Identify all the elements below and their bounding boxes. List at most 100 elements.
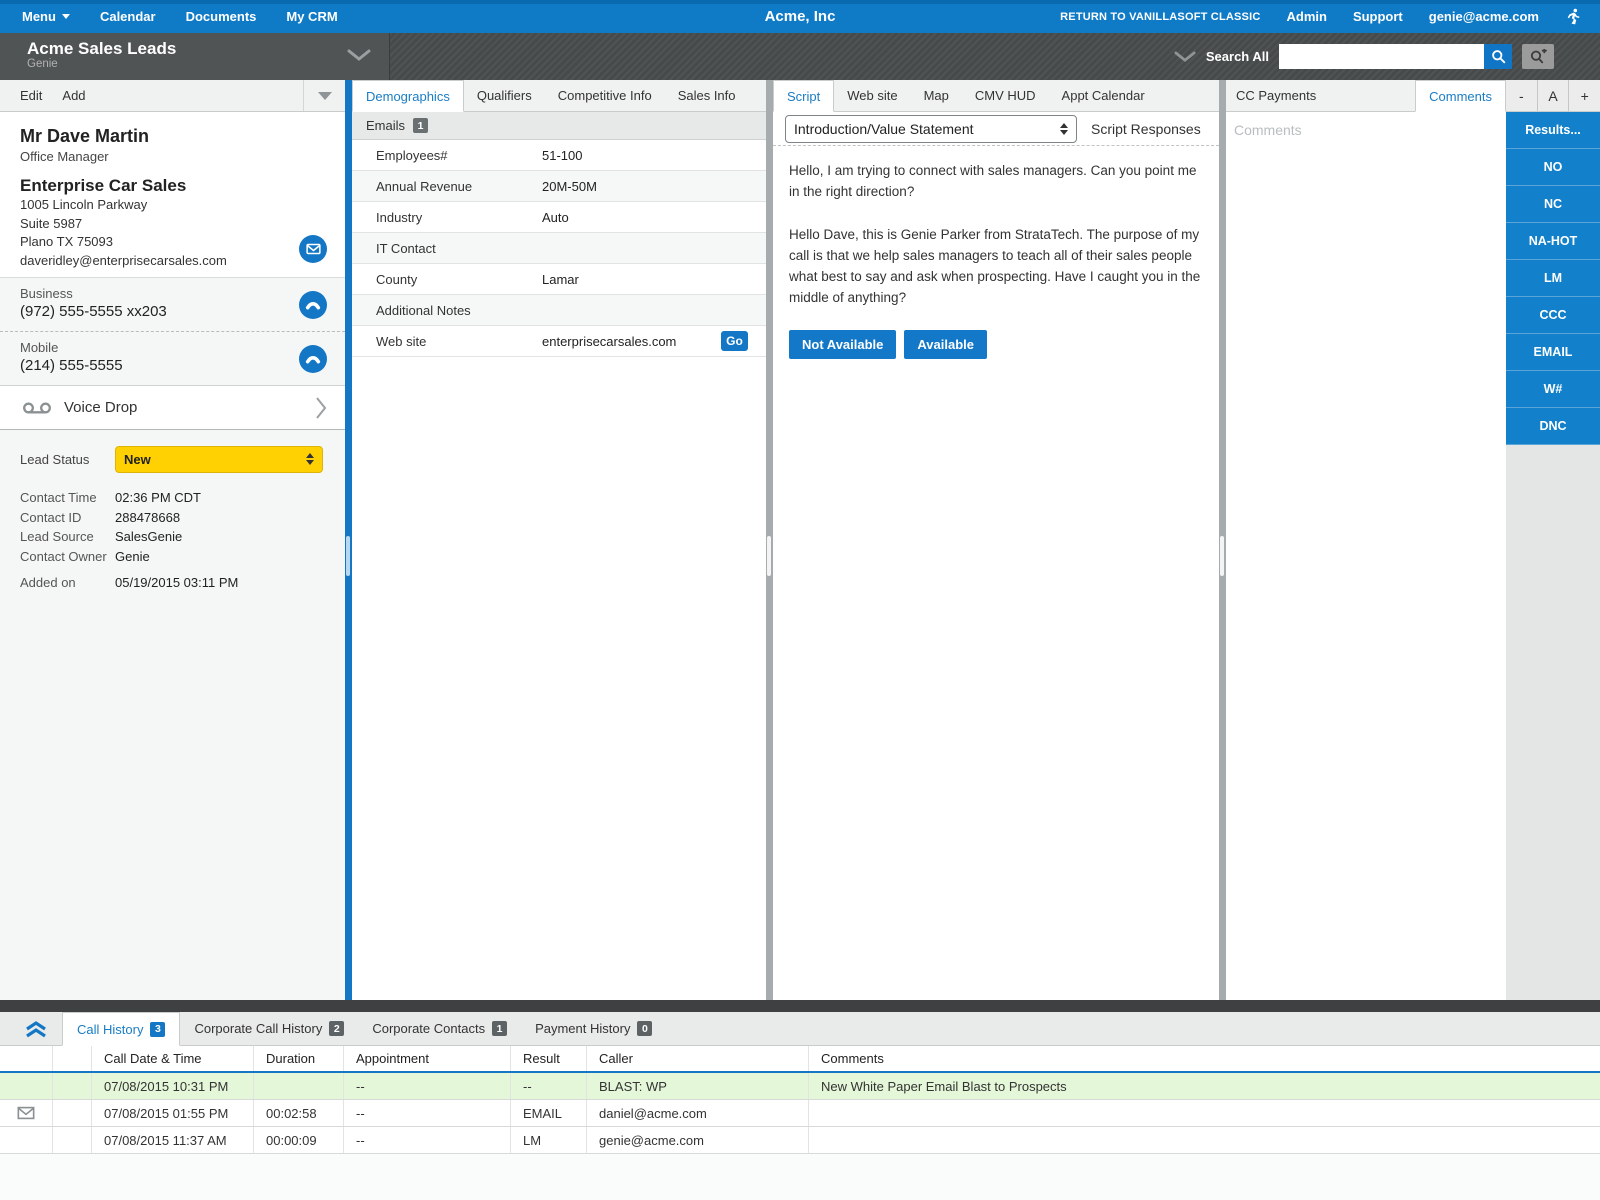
tab-label: Payment History (535, 1021, 630, 1036)
row-spacer (53, 1100, 92, 1126)
comments-panel: CC Payments Comments (1226, 80, 1506, 1000)
mobile-phone-number: (214) 555-5555 (20, 357, 123, 374)
menu-button[interactable]: Menu (22, 9, 70, 24)
phone-icon (305, 300, 321, 310)
advanced-search-button[interactable] (1522, 44, 1554, 69)
tab-cc-payments[interactable]: CC Payments (1226, 80, 1415, 111)
field-value: 288478668 (115, 508, 180, 528)
call-history-row[interactable]: 07/08/2015 10:31 PM -- -- BLAST: WP New … (0, 1073, 1600, 1100)
comments-textarea[interactable] (1226, 112, 1506, 1000)
splitter-left[interactable] (345, 80, 352, 1000)
history-tabbar: Call History 3 Corporate Call History 2 … (0, 1012, 1600, 1046)
tab-corporate-call-history[interactable]: Corporate Call History 2 (180, 1012, 358, 1045)
runner-icon[interactable] (1565, 8, 1582, 25)
search-chevron-down-icon[interactable] (1174, 51, 1196, 63)
font-size-button[interactable]: A (1538, 80, 1570, 111)
tab-comments[interactable]: Comments (1415, 80, 1506, 112)
available-button[interactable]: Available (904, 330, 987, 359)
search-input[interactable] (1279, 44, 1484, 69)
tab-label: Corporate Contacts (372, 1021, 485, 1036)
list-title: Acme Sales Leads (27, 39, 389, 58)
font-increase-button[interactable]: + (1569, 80, 1600, 111)
demo-label: Employees# (376, 148, 542, 163)
go-button[interactable]: Go (721, 331, 748, 351)
font-decrease-button[interactable]: - (1506, 80, 1538, 111)
list-selector[interactable]: Acme Sales Leads Genie (0, 33, 390, 80)
bottom-divider-strip[interactable] (0, 1000, 1600, 1012)
call-business-button[interactable] (299, 291, 327, 319)
tab-cmv-hud[interactable]: CMV HUD (962, 80, 1049, 111)
result-button-nc[interactable]: NC (1506, 186, 1600, 223)
cell-result: LM (511, 1127, 587, 1153)
splitter-grip (767, 536, 771, 576)
result-button-w[interactable]: W# (1506, 371, 1600, 408)
list-chevron-down-icon[interactable] (347, 49, 371, 67)
nav-my-crm[interactable]: My CRM (286, 9, 337, 24)
contact-address1: 1005 Lincoln Parkway (20, 196, 325, 215)
nav-admin[interactable]: Admin (1286, 9, 1326, 24)
col-result[interactable]: Result (511, 1046, 587, 1071)
not-available-button[interactable]: Not Available (789, 330, 896, 359)
col-duration[interactable]: Duration (254, 1046, 344, 1071)
col-comments[interactable]: Comments (809, 1046, 1600, 1071)
search-button[interactable] (1484, 44, 1512, 69)
result-button-results[interactable]: Results... (1506, 112, 1600, 149)
tab-qualifiers[interactable]: Qualifiers (464, 80, 545, 111)
demo-value: Lamar (542, 272, 766, 287)
voice-drop-row[interactable]: Voice Drop (0, 386, 345, 430)
col-caller[interactable]: Caller (587, 1046, 809, 1071)
contact-name: Mr Dave Martin (20, 126, 325, 147)
nav-documents[interactable]: Documents (186, 9, 257, 24)
list-subtitle: Genie (27, 58, 389, 70)
splitter-right[interactable] (1219, 80, 1226, 1000)
col-call-date-time[interactable]: Call Date & Time (92, 1046, 254, 1071)
field-label: Contact ID (20, 508, 115, 528)
tab-payment-history[interactable]: Payment History 0 (521, 1012, 666, 1045)
tab-sales-info[interactable]: Sales Info (665, 80, 749, 111)
script-section-select[interactable]: Introduction/Value Statement (785, 115, 1077, 143)
call-history-row[interactable]: 07/08/2015 11:37 AM 00:00:09 -- LM genie… (0, 1127, 1600, 1154)
result-button-na-hot[interactable]: NA-HOT (1506, 223, 1600, 260)
call-mobile-button[interactable] (299, 345, 327, 373)
result-button-no[interactable]: NO (1506, 149, 1600, 186)
lead-status-value: New (124, 452, 306, 467)
nav-calendar[interactable]: Calendar (100, 9, 156, 24)
demo-row: IndustryAuto (352, 202, 766, 233)
demo-row: Annual Revenue20M-50M (352, 171, 766, 202)
tab-count-badge: 0 (637, 1021, 652, 1036)
envelope-icon (306, 243, 321, 255)
tab-appt-calendar[interactable]: Appt Calendar (1049, 80, 1158, 111)
lead-status-select[interactable]: New (115, 446, 323, 473)
cell-date: 07/08/2015 11:37 AM (92, 1127, 254, 1153)
tab-corporate-contacts[interactable]: Corporate Contacts 1 (358, 1012, 521, 1045)
return-classic-link[interactable]: RETURN TO VANILLASOFT CLASSIC (1060, 11, 1260, 23)
cell-caller: daniel@acme.com (587, 1100, 809, 1126)
add-button[interactable]: Add (62, 88, 85, 103)
tab-demographics[interactable]: Demographics (352, 80, 464, 112)
mobile-phone-block: Mobile (214) 555-5555 (0, 332, 345, 386)
contact-address2: Suite 5987 (20, 215, 325, 234)
result-button-ccc[interactable]: CCC (1506, 297, 1600, 334)
contact-actions-dropdown[interactable] (303, 80, 345, 111)
tab-competitive-info[interactable]: Competitive Info (545, 80, 665, 111)
send-email-button[interactable] (299, 235, 327, 263)
result-button-dnc[interactable]: DNC (1506, 408, 1600, 445)
col-appointment[interactable]: Appointment (344, 1046, 511, 1071)
tab-web-site[interactable]: Web site (834, 80, 910, 111)
emails-section-header[interactable]: Emails 1 (352, 112, 766, 140)
demographics-panel: Demographics Qualifiers Competitive Info… (352, 80, 766, 1000)
script-responses-link[interactable]: Script Responses (1091, 121, 1201, 137)
splitter-middle[interactable] (766, 80, 773, 1000)
collapse-panel-button[interactable] (18, 1012, 54, 1045)
tab-map[interactable]: Map (911, 80, 962, 111)
edit-button[interactable]: Edit (20, 88, 42, 103)
mail-icon[interactable] (17, 1106, 35, 1120)
result-button-email[interactable]: EMAIL (1506, 334, 1600, 371)
call-history-row[interactable]: 07/08/2015 01:55 PM 00:02:58 -- EMAIL da… (0, 1100, 1600, 1127)
result-button-lm[interactable]: LM (1506, 260, 1600, 297)
tab-call-history[interactable]: Call History 3 (62, 1012, 180, 1046)
voicemail-icon (22, 400, 52, 416)
user-email-menu[interactable]: genie@acme.com (1429, 9, 1539, 24)
tab-script[interactable]: Script (773, 80, 834, 112)
nav-support[interactable]: Support (1353, 9, 1403, 24)
